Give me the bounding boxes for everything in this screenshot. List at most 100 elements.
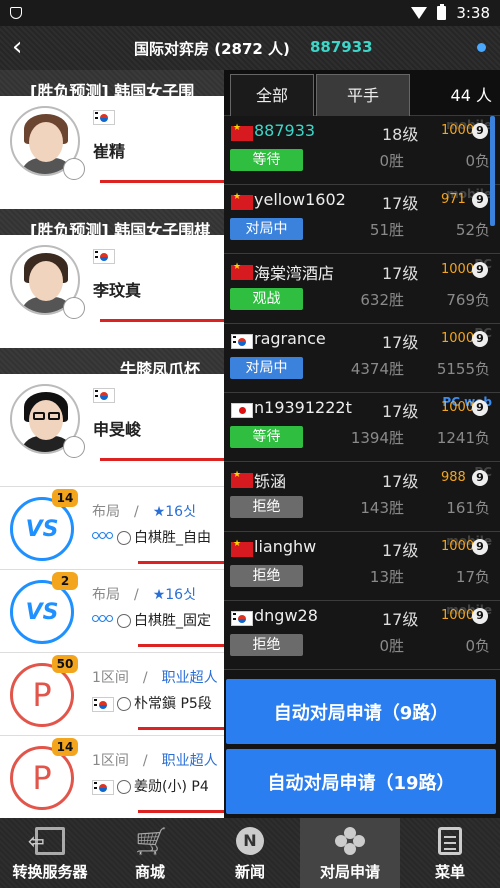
player-count: 44 人 [450,86,492,105]
win-count: 0胜 [379,152,404,170]
scrollbar[interactable] [490,116,495,226]
board-size-badge: 9 [472,192,488,209]
game-row[interactable]: P 50 1区间 / 职业超人 朴常鎭 P5段 [0,652,224,735]
board-size-badge: 9 [472,608,488,625]
korea-flag-icon [93,249,115,264]
auto-match-19-button[interactable]: 自动对局申请（19路） [226,749,496,814]
nav-game-request[interactable]: 对局申请 [300,818,400,888]
player-rating: 1000 [441,330,475,346]
nav-news[interactable]: N 新闻 [200,818,300,888]
player-row[interactable]: PC海棠湾酒店17级10009观战632胜769负 [224,254,500,324]
status-badge: 拒绝 [230,495,303,518]
status-badge: 拒绝 [230,634,303,657]
board-size-badge: 9 [472,400,488,417]
notification-dot-icon [477,43,486,52]
featured-title: [胜负预测] 韩国女子围棋 [0,209,224,263]
featured-title: 牛膝凤爪杯 [0,348,224,402]
loss-count: 0负 [465,152,490,170]
board-size-badge: 9 [472,538,488,555]
player-rating: 1000 [441,123,475,138]
wifi-icon [411,7,428,19]
player-row[interactable]: mobileyellow160217级9719对局中51胜52负 [224,185,500,255]
player-rating: 988 [441,469,466,485]
olympic-rings-icon [92,532,114,544]
player-row[interactable]: PCragrance17级10009对局中4374胜5155负 [224,323,500,393]
nav-shop[interactable]: 商城 [100,818,200,888]
player-name: 铄涵 [254,471,287,491]
player-row[interactable]: mobilelianghw17级10009拒绝13胜17负 [224,531,500,601]
featured-title: [胜负预测] 韩国女子围 [0,70,224,124]
game-row[interactable]: P 14 1区间 / 职业超人 姜勋(小) P4 [0,735,224,818]
player-name: ragrance [254,328,326,348]
white-stone-icon [117,697,131,711]
shield-icon [10,7,22,19]
olympic-rings-icon [92,615,114,627]
app-bar: ‹ 国际对弈房 (2872 人) 887933 [0,26,500,70]
player-name: 海棠湾酒店 [254,263,335,283]
user-id: 887933 [310,38,373,56]
auto-match-9-button[interactable]: 自动对局申请（9路） [226,679,496,744]
viewer-count-badge: 14 [52,738,78,756]
status-badge: 拒绝 [230,564,303,587]
player-rank: 17级 [382,402,419,422]
player-rank: 18级 [382,125,419,144]
loss-count: 17负 [455,567,490,586]
featured-card[interactable]: [胜负预测] 韩国女子围 崔精 [0,70,224,208]
white-stone-icon [117,614,131,628]
news-icon: N [236,827,264,855]
cart-icon [135,827,165,855]
player-rank: 17级 [382,194,419,214]
player-rank: 17级 [382,610,419,630]
korea-flag-icon [93,388,115,403]
player-rating: 1000 [441,538,475,554]
china-flag-icon [231,539,253,557]
player-rating: 1000 [441,608,475,624]
featured-card[interactable]: 牛膝凤爪杯 申旻峻 [0,348,224,486]
win-count: 0胜 [379,637,404,656]
white-stone-icon [63,158,85,180]
loss-count: 52负 [455,221,490,240]
player-rating: 971 [441,192,466,208]
status-bar: 3:38 [0,0,500,26]
win-count: 632胜 [360,290,404,309]
board-size-badge: 9 [472,330,488,347]
game-row[interactable]: VS 2 布局 / ★16싯 白棋胜_固定 [0,569,224,652]
player-rank: 17级 [382,332,419,352]
white-stone-icon [117,531,131,545]
white-stone-icon [117,780,131,794]
status-badge: 等待 [230,426,303,449]
back-arrow-icon[interactable]: ‹ [12,34,32,60]
status-badge: 等待 [230,149,303,171]
japan-flag-icon [231,403,253,419]
page-title: 国际对弈房 (2872 人) [134,40,290,58]
status-badge: 对局中 [230,218,303,241]
china-flag-icon [231,192,253,211]
game-row[interactable]: VS 14 布局 / ★16싯 白棋胜_自由 [0,486,224,569]
player-row[interactable]: mobile88793318级10009等待0胜0负 [224,116,500,185]
player-row[interactable]: PC web n19391222t 17级 1000 9 等待 1394胜 1241负 [224,393,500,463]
game-list: [胜负预测] 韩国女子围 崔精 [胜负预测] 韩国女子围棋 李玟真 牛膝凤爪杯 … [0,70,224,818]
player-rating: 1000 [441,400,475,416]
game-request-icon [332,824,368,858]
korea-flag-icon [92,779,114,795]
tab-all[interactable]: 全部 [230,74,314,116]
nav-switch-server[interactable]: 转换服务器 [0,818,100,888]
loss-count: 1241负 [436,429,490,448]
featured-card[interactable]: [胜负预测] 韩国女子围棋 李玟真 [0,209,224,347]
korea-flag-icon [92,696,114,712]
tab-even[interactable]: 平手 [316,74,410,116]
player-rank: 17级 [382,540,419,560]
win-count: 4374胜 [350,359,404,378]
loss-count: 0负 [465,637,490,656]
nav-menu[interactable]: 菜单 [400,818,500,888]
player-row[interactable]: PC铄涵17级9889拒绝143胜161负 [224,462,500,532]
player-row[interactable]: mobile dngw28 17级 1000 9 拒绝 0胜 0负 [224,601,500,671]
white-stone-icon [63,297,85,319]
china-flag-icon [231,262,253,280]
viewer-count-badge: 14 [52,489,78,507]
viewer-count-badge: 50 [52,655,78,673]
korea-flag-icon [231,611,253,627]
viewer-count-badge: 2 [52,572,78,590]
player-name: 李玟真 [93,281,142,300]
board-size-badge: 9 [472,469,488,486]
